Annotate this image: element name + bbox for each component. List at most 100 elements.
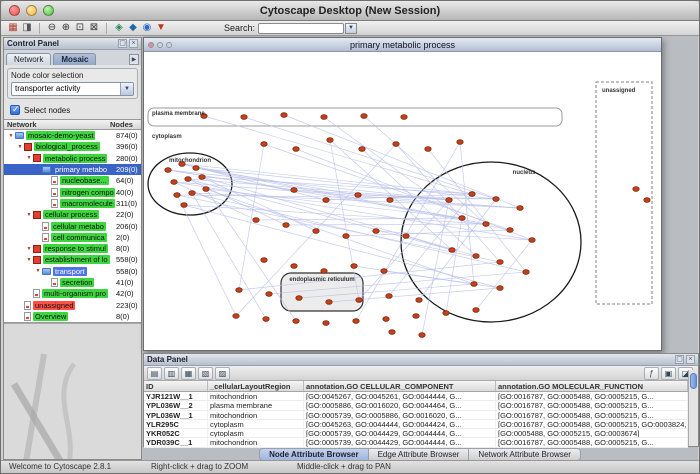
column-header-annotation-go-cellular-component[interactable]: annotation.GO CELLULAR_COMPONENT	[304, 381, 496, 391]
graph-node[interactable]	[387, 198, 393, 203]
close-panel-icon[interactable]: ×	[129, 39, 138, 48]
graph-node[interactable]	[523, 270, 529, 275]
close-panel-icon[interactable]: ×	[686, 355, 695, 364]
graph-node[interactable]	[293, 147, 299, 152]
tree-row[interactable]: ▼metabolic process280(0)	[4, 153, 141, 164]
delete-attribute-icon[interactable]: ▨	[215, 367, 230, 380]
tree-expander-icon[interactable]: ▼	[25, 155, 33, 161]
annotation-icon[interactable]: ◉	[140, 22, 154, 35]
zoom-selected-icon[interactable]: ⊡	[73, 22, 87, 35]
graph-node[interactable]	[233, 314, 239, 319]
graph-node[interactable]	[493, 197, 499, 202]
network-overview-icon[interactable]: ◈	[112, 22, 126, 35]
graph-node[interactable]	[529, 238, 535, 243]
tree-row[interactable]: ▼biological_process396(0)	[4, 141, 141, 152]
graph-node[interactable]	[386, 294, 392, 299]
graph-node[interactable]	[351, 264, 357, 269]
float-panel-icon[interactable]: ▢	[118, 39, 127, 48]
table-row[interactable]: YDR039C__1mitochondrion[GO:0005739, GO:0…	[144, 438, 688, 447]
table-row[interactable]: YPL036W__1mitochondrion[GO:0005739, GO:0…	[144, 411, 688, 420]
zoom-window-button[interactable]	[43, 5, 54, 16]
graph-node[interactable]	[473, 254, 479, 259]
tree-expander-icon[interactable]: ▼	[25, 257, 33, 263]
graph-node[interactable]	[383, 317, 389, 322]
graph-node[interactable]	[193, 166, 199, 171]
graph-node[interactable]	[361, 114, 367, 119]
snapshot-icon[interactable]: ◨	[20, 22, 34, 35]
graph-node[interactable]	[266, 292, 272, 297]
color-attribute-select[interactable]: transporter activity ▼	[11, 82, 134, 96]
graph-node[interactable]	[321, 269, 327, 274]
zoom-out-icon[interactable]: ⊖	[45, 22, 59, 35]
frame-minimize-icon[interactable]	[157, 42, 163, 48]
graph-node[interactable]	[323, 198, 329, 203]
graph-node[interactable]	[393, 142, 399, 147]
graph-node[interactable]	[313, 229, 319, 234]
tree-expander-icon[interactable]: ▼	[25, 212, 33, 218]
graph-node[interactable]	[457, 140, 463, 145]
graph-node[interactable]	[443, 311, 449, 316]
graph-node[interactable]	[459, 216, 465, 221]
graph-node[interactable]	[644, 198, 650, 203]
graph-node[interactable]	[185, 177, 191, 182]
tree-row[interactable]: nucleobase...64(0)	[4, 175, 141, 186]
graph-node[interactable]	[241, 115, 247, 120]
tree-column-network[interactable]: Network	[7, 120, 37, 129]
tree-row[interactable]: cell communica2(0)	[4, 232, 141, 243]
search-input[interactable]	[258, 23, 344, 34]
graph-node[interactable]	[343, 234, 349, 239]
graph-node[interactable]	[321, 115, 327, 120]
zoom-in-icon[interactable]: ⊕	[59, 22, 73, 35]
table-row[interactable]: YLR295Ccytoplasm[GO:0045263, GO:0044444,…	[144, 420, 688, 429]
graph-node[interactable]	[203, 187, 209, 192]
new-attribute-icon[interactable]: ▦	[181, 367, 196, 380]
tab-mosaic[interactable]: Mosaic	[53, 53, 96, 65]
search-options-dropdown-icon[interactable]: ▼	[345, 23, 357, 34]
graph-node[interactable]	[261, 142, 267, 147]
minimize-window-button[interactable]	[26, 5, 37, 16]
tree-row[interactable]: Overview8(0)	[4, 311, 141, 322]
graph-node[interactable]	[199, 175, 205, 180]
graph-node[interactable]	[471, 282, 477, 287]
graph-node[interactable]	[291, 264, 297, 269]
tree-row[interactable]: secretion41(0)	[4, 277, 141, 288]
tree-expander-icon[interactable]: ▼	[25, 246, 33, 252]
tree-expander-icon[interactable]: ▼	[34, 268, 42, 274]
graph-node[interactable]	[356, 298, 362, 303]
graph-node[interactable]	[381, 269, 387, 274]
graph-node[interactable]	[323, 321, 329, 326]
frame-maximize-icon[interactable]	[166, 42, 172, 48]
frame-close-icon[interactable]	[148, 42, 154, 48]
unselect-attributes-icon[interactable]: ▥	[164, 367, 179, 380]
network-canvas-svg[interactable]: plasma membranecytoplasmmitochondrionnuc…	[144, 52, 661, 350]
graph-node[interactable]	[174, 193, 180, 198]
graph-node[interactable]	[389, 330, 395, 335]
graph-node[interactable]	[281, 113, 287, 118]
graph-node[interactable]	[425, 147, 431, 152]
graph-node[interactable]	[263, 317, 269, 322]
graph-node[interactable]	[291, 188, 297, 193]
graph-node[interactable]	[165, 168, 171, 173]
vizmapper-icon[interactable]: ◆	[126, 22, 140, 35]
graph-node[interactable]	[413, 314, 419, 319]
graph-node[interactable]	[353, 319, 359, 324]
graph-node[interactable]	[483, 222, 489, 227]
graph-node[interactable]	[507, 228, 513, 233]
tree-row[interactable]: ▼transport558(0)	[4, 266, 141, 277]
tree-row[interactable]: ▼response to stimul8(0)	[4, 243, 141, 254]
column-header-id[interactable]: ID	[144, 381, 208, 391]
graph-node[interactable]	[449, 248, 455, 253]
graph-node[interactable]	[403, 234, 409, 239]
tree-row[interactable]: ▼mosaic-demo-yeast874(0)	[4, 130, 141, 141]
graph-node[interactable]	[497, 286, 503, 291]
network-view-titlebar[interactable]: primary metabolic process	[144, 38, 661, 52]
filter-icon[interactable]: ▼	[154, 22, 168, 35]
tree-column-nodes[interactable]: Nodes	[110, 120, 138, 129]
float-panel-icon[interactable]: ▢	[675, 355, 684, 364]
graph-node[interactable]	[261, 258, 267, 263]
tree-row[interactable]: multi-organism pro42(0)	[4, 288, 141, 299]
table-scrollbar[interactable]	[688, 370, 698, 446]
graph-node[interactable]	[473, 308, 479, 313]
column-header-annotation-go-molecular-function[interactable]: annotation.GO MOLECULAR_FUNCTION	[496, 381, 688, 391]
tree-row[interactable]: ▼establishment of lo558(0)	[4, 254, 141, 265]
